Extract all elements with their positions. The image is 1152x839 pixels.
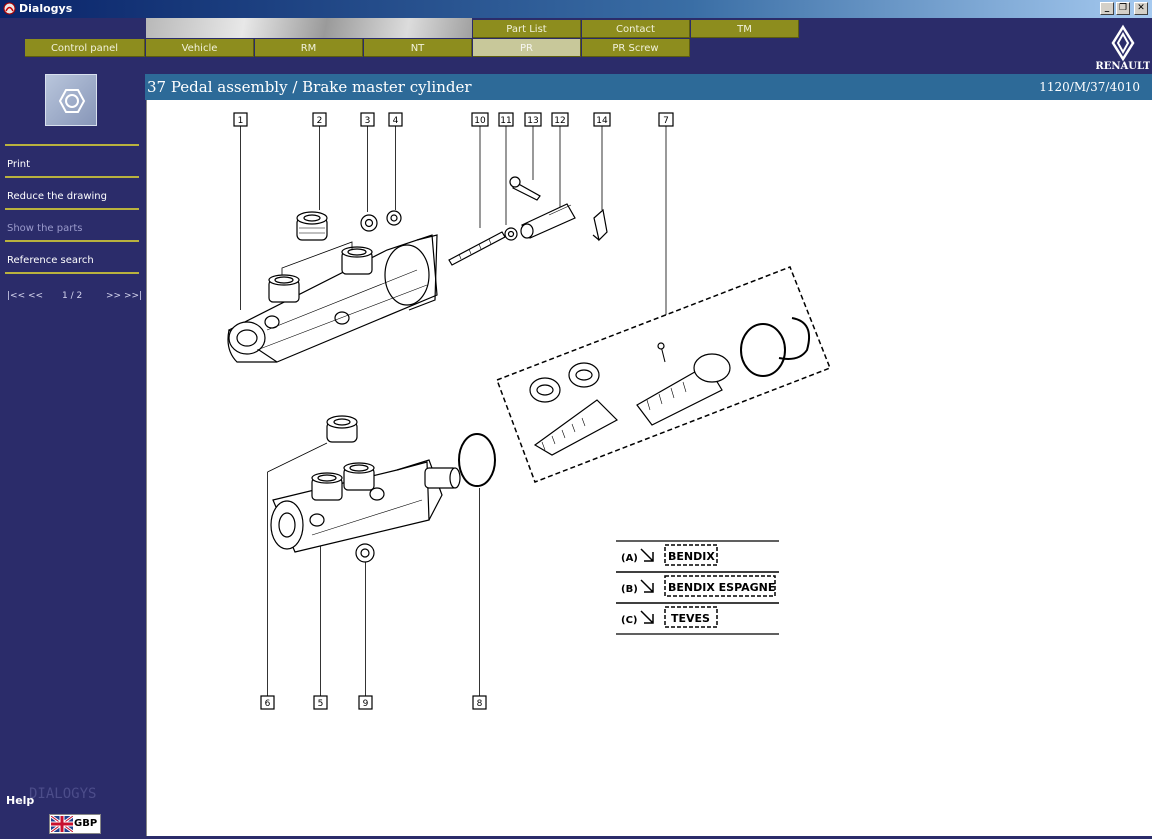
title-bar: Dialogys _ ❐ ✕ bbox=[0, 0, 1152, 18]
header: Part List Contact TM Control panel Vehic… bbox=[0, 18, 1152, 74]
nut-9 bbox=[355, 543, 375, 563]
callout-13[interactable]: 13 bbox=[524, 112, 542, 180]
svg-text:10: 10 bbox=[474, 116, 486, 126]
divider bbox=[5, 240, 139, 242]
exploded-drawing-area: 1 2 3 4 10 11 13 12 14 7 6 5 9 8 (A) BEN… bbox=[146, 100, 1152, 836]
page-title-bar: 37 Pedal assembly / Brake master cylinde… bbox=[145, 74, 1152, 100]
sidebar: Print Reduce the drawing Show the parts … bbox=[0, 74, 145, 839]
header-banner bbox=[146, 18, 472, 38]
language-code: GBP bbox=[74, 818, 98, 829]
repair-kit-7 bbox=[496, 266, 831, 483]
callout-12[interactable]: 12 bbox=[551, 112, 569, 208]
uk-flag-icon bbox=[51, 816, 73, 832]
legend-row-b: (B) BENDIX ESPAGNE bbox=[621, 575, 776, 597]
show-parts-link: Show the parts bbox=[7, 223, 83, 234]
callout-9[interactable]: 9 bbox=[358, 562, 373, 710]
callout-1[interactable]: 1 bbox=[233, 112, 248, 310]
help-link[interactable]: Help bbox=[6, 794, 34, 807]
legend-table: (A) BENDIX (B) BENDIX ESPAGNE (C) TEVES bbox=[616, 540, 779, 635]
reduce-drawing-link[interactable]: Reduce the drawing bbox=[7, 191, 107, 202]
tab-control-panel[interactable]: Control panel bbox=[25, 39, 145, 57]
svg-text:7: 7 bbox=[663, 116, 669, 126]
callout-10[interactable]: 10 bbox=[471, 112, 489, 228]
svg-text:BENDIX ESPAGNE: BENDIX ESPAGNE bbox=[668, 581, 775, 594]
svg-text:4: 4 bbox=[393, 116, 399, 126]
divider bbox=[5, 272, 139, 274]
tab-vehicle[interactable]: Vehicle bbox=[146, 39, 254, 57]
pager-page-indicator: 1 / 2 bbox=[62, 291, 83, 301]
callout-7[interactable]: 7 bbox=[658, 112, 674, 315]
svg-text:TEVES: TEVES bbox=[671, 612, 710, 625]
pager-next[interactable]: >> >>| bbox=[106, 291, 142, 301]
legend-row-a: (A) BENDIX bbox=[621, 544, 718, 566]
reference-search-link[interactable]: Reference search bbox=[7, 255, 94, 266]
washer-11 bbox=[504, 227, 518, 241]
master-cylinder-upper bbox=[227, 234, 438, 363]
master-cylinder-lower bbox=[270, 459, 461, 553]
callout-3[interactable]: 3 bbox=[360, 112, 375, 212]
svg-text:8: 8 bbox=[477, 699, 483, 709]
tab-pr-screw[interactable]: PR Screw bbox=[582, 39, 690, 57]
minimize-icon[interactable]: _ bbox=[1100, 2, 1114, 15]
restore-icon[interactable]: ❐ bbox=[1116, 2, 1130, 15]
tab-tm[interactable]: TM bbox=[691, 20, 799, 38]
exploded-view-drawing: 1 2 3 4 10 11 13 12 14 7 6 5 9 8 (A) BEN… bbox=[227, 112, 831, 710]
renault-logo: RENAULT bbox=[1096, 24, 1150, 70]
callout-4[interactable]: 4 bbox=[388, 112, 403, 210]
svg-text:9: 9 bbox=[363, 699, 369, 709]
divider bbox=[5, 176, 139, 178]
page-title: 37 Pedal assembly / Brake master cylinde… bbox=[147, 78, 472, 96]
svg-text:13: 13 bbox=[527, 116, 538, 126]
svg-text:(C): (C) bbox=[621, 615, 637, 626]
tab-pr[interactable]: PR bbox=[473, 39, 581, 57]
svg-text:6: 6 bbox=[265, 699, 271, 709]
svg-text:12: 12 bbox=[554, 116, 565, 126]
reservoir-seal-6 bbox=[326, 415, 358, 443]
svg-text:(A): (A) bbox=[621, 553, 638, 564]
svg-text:1: 1 bbox=[238, 116, 244, 126]
svg-text:BENDIX: BENDIX bbox=[668, 550, 715, 563]
page-reference: 1120/M/37/4010 bbox=[1039, 80, 1140, 94]
callout-8[interactable]: 8 bbox=[472, 488, 487, 710]
close-icon[interactable]: ✕ bbox=[1134, 2, 1148, 15]
arrow-down-right-icon bbox=[640, 610, 654, 624]
print-link[interactable]: Print bbox=[7, 159, 30, 170]
svg-text:5: 5 bbox=[318, 699, 324, 709]
renault-logo-text: RENAULT bbox=[1096, 61, 1150, 70]
reservoir-seal-2 bbox=[296, 211, 328, 241]
arrow-down-right-icon bbox=[640, 548, 654, 562]
o-ring-8 bbox=[458, 433, 496, 487]
svg-text:(B): (B) bbox=[621, 584, 638, 595]
tab-nt[interactable]: NT bbox=[364, 39, 472, 57]
app-window: Dialogys _ ❐ ✕ Part List Contact TM Cont… bbox=[0, 0, 1152, 839]
dialogys-logo: DIALOGYS bbox=[29, 786, 97, 802]
washer-4 bbox=[386, 210, 402, 226]
callout-11[interactable]: 11 bbox=[498, 112, 514, 225]
window-title: Dialogys bbox=[19, 2, 73, 15]
svg-text:11: 11 bbox=[500, 116, 511, 126]
svg-text:2: 2 bbox=[317, 116, 323, 126]
svg-text:14: 14 bbox=[596, 116, 608, 126]
arrow-down-right-icon bbox=[640, 579, 654, 593]
callout-2[interactable]: 2 bbox=[312, 112, 327, 210]
divider bbox=[5, 144, 139, 146]
tab-part-list[interactable]: Part List bbox=[473, 20, 581, 38]
nut-3 bbox=[360, 214, 378, 232]
stud-10 bbox=[448, 231, 506, 266]
pushrod-12 bbox=[520, 203, 576, 239]
pin-13 bbox=[509, 176, 541, 201]
language-selector[interactable]: GBP bbox=[49, 814, 101, 834]
legend-row-c: (C) TEVES bbox=[621, 606, 718, 628]
tab-rm[interactable]: RM bbox=[255, 39, 363, 57]
clip-14 bbox=[592, 208, 608, 242]
svg-text:3: 3 bbox=[365, 116, 371, 126]
divider bbox=[5, 208, 139, 210]
pager-previous[interactable]: |<< << bbox=[7, 291, 43, 301]
part-category-icon bbox=[45, 74, 97, 126]
callout-5[interactable]: 5 bbox=[313, 540, 328, 710]
app-icon bbox=[3, 2, 16, 15]
tab-contact[interactable]: Contact bbox=[582, 20, 690, 38]
callout-14[interactable]: 14 bbox=[593, 112, 611, 210]
